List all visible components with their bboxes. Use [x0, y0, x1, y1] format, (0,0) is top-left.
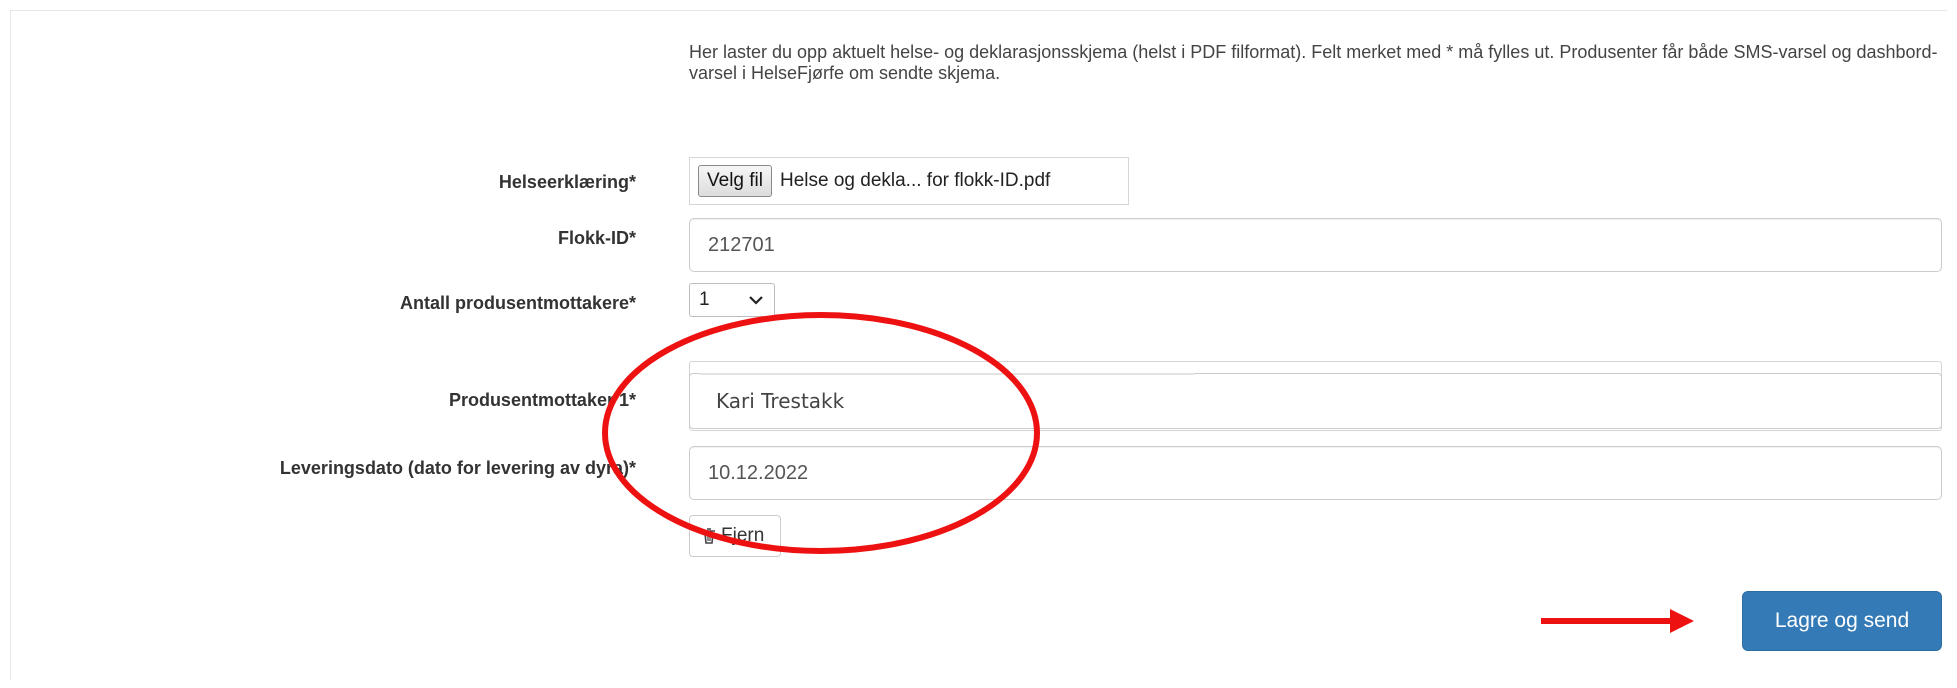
form-instructions: Her laster du opp aktuelt helse- og dekl… — [689, 42, 1938, 83]
flock-id-label: Flokk-ID* — [557, 228, 636, 248]
producer-recipient-label: Produsentmottaker 1* — [448, 390, 636, 410]
trash-icon — [703, 528, 715, 544]
selected-file-name: Helse og dekla... for flokk-ID.pdf — [779, 170, 1051, 191]
health-declaration-label: Helseerklæring* — [498, 172, 636, 192]
remove-recipient-label: Fjern — [721, 525, 765, 546]
choose-file-button[interactable]: Velg fil — [698, 165, 772, 197]
delivery-date-label: Leveringsdato (dato for levering av dyra… — [279, 458, 636, 478]
form-panel — [10, 10, 1947, 680]
producer-recipient-count-value: 1 — [699, 289, 710, 310]
remove-recipient-button[interactable]: Fjern — [689, 515, 781, 557]
recipient-divider — [700, 373, 1194, 375]
producer-recipient-count-label: Antall produsentmottakere* — [399, 293, 636, 313]
health-declaration-file-picker[interactable]: Velg fil Helse og dekla... for flokk-ID.… — [689, 157, 1129, 205]
producer-recipient-count-select[interactable]: 1 — [689, 283, 775, 317]
flock-id-input[interactable] — [689, 218, 1942, 272]
save-and-send-button[interactable]: Lagre og send — [1742, 591, 1942, 651]
producer-recipient-input[interactable] — [689, 373, 1942, 429]
chevron-down-icon — [749, 296, 763, 305]
delivery-date-input[interactable] — [689, 446, 1942, 500]
